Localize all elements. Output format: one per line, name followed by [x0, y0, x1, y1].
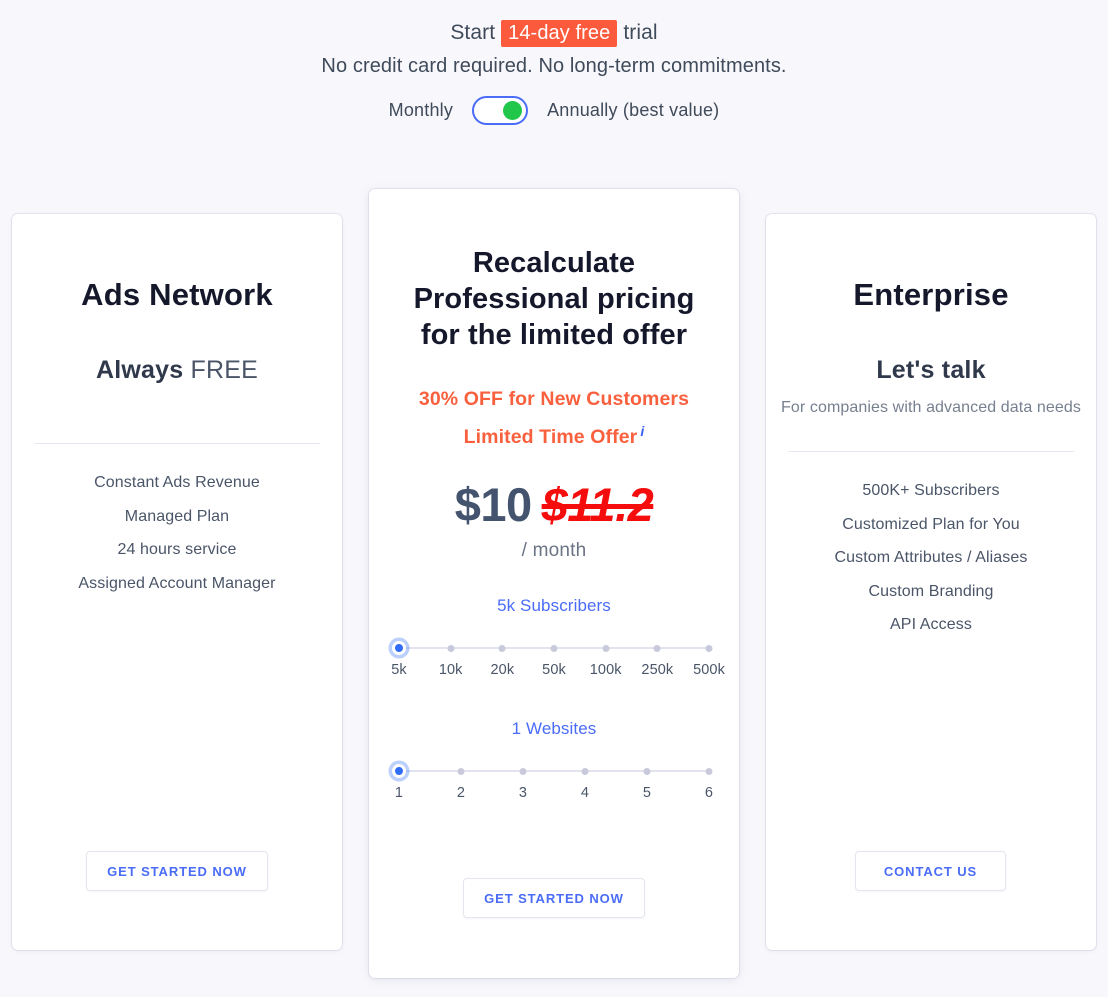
subscribers-slider-tick-label: 50k	[542, 662, 566, 678]
list-item: Customized Plan for You	[842, 515, 1020, 533]
subscribers-slider[interactable]: 5k 10k 20k 50k 100k 250k 500k	[391, 640, 725, 685]
websites-slider-stop[interactable]	[457, 767, 465, 775]
trial-headline: Start 14-day free trial	[0, 18, 1108, 48]
trial-badge: 14-day free	[501, 20, 618, 47]
plan-title-center: Recalculate Professional pricing for the…	[369, 245, 739, 353]
websites-slider-track[interactable]	[399, 770, 709, 772]
plan-price-right: Let's talk	[766, 356, 1096, 385]
plan-price-left-rest: FREE	[190, 356, 258, 384]
billing-period-switcher: Monthly Annually (best value)	[0, 96, 1108, 125]
plan-price-left: Always FREE	[12, 356, 342, 385]
billing-toggle[interactable]	[472, 96, 529, 125]
trial-suffix: trial	[623, 21, 658, 44]
websites-slider-stop[interactable]	[581, 767, 589, 775]
plan-features-right: 500K+ Subscribers Customized Plan for Yo…	[766, 474, 1096, 642]
trial-prefix: Start	[450, 21, 496, 44]
plan-features-left: Constant Ads Revenue Managed Plan 24 hou…	[12, 466, 342, 600]
billing-annually-label[interactable]: Annually (best value)	[547, 100, 719, 121]
info-icon[interactable]: i	[640, 423, 644, 439]
plan-title-center-line2: Professional pricing	[413, 283, 695, 315]
subscribers-value-label: 5k Subscribers	[497, 596, 611, 615]
websites-slider-tick-label: 5	[642, 785, 652, 801]
price-row: $10 $11.2	[369, 477, 739, 532]
list-item: 24 hours service	[117, 541, 237, 558]
websites-slider-handle[interactable]	[392, 763, 406, 778]
subscribers-slider-tick-label: 250k	[641, 662, 674, 678]
billing-monthly-label[interactable]: Monthly	[389, 100, 453, 121]
list-item: Custom Attributes / Aliases	[834, 549, 1028, 566]
subscribers-slider-tick-label: 20k	[490, 662, 515, 678]
subscribers-slider-stop[interactable]	[498, 644, 506, 652]
plan-divider-left	[34, 443, 320, 444]
get-started-button-left[interactable]: GET STARTED NOW	[86, 851, 268, 891]
websites-slider-tick-label: 3	[518, 785, 528, 801]
subscribers-slider-stop[interactable]	[550, 644, 558, 652]
websites-slider-tick-label: 2	[456, 785, 466, 801]
price-period: / month	[521, 540, 587, 561]
subscribers-slider-stop[interactable]	[653, 644, 661, 652]
list-item: Constant Ads Revenue	[94, 474, 260, 491]
plan-title-center-line1: Recalculate	[472, 247, 636, 279]
subscribers-slider-tick-label: 5k	[391, 662, 407, 678]
plan-card-enterprise: Enterprise Let's talk For companies with…	[766, 214, 1096, 950]
list-item: API Access	[890, 616, 972, 633]
subscribers-slider-stop[interactable]	[602, 644, 610, 652]
subscribers-slider-tick-label: 100k	[589, 662, 622, 678]
trial-subline: No credit card required. No long-term co…	[321, 55, 787, 77]
price-original-struck: $11.2	[541, 478, 654, 531]
plan-title-center-line3: for the limited offer	[420, 319, 688, 351]
get-started-button-center[interactable]: GET STARTED NOW	[463, 878, 645, 918]
list-item: Assigned Account Manager	[78, 574, 276, 592]
list-item: Custom Branding	[868, 582, 994, 600]
promo-offer-text: 30% OFF for New Customers Limited Time O…	[369, 383, 739, 453]
billing-toggle-knob[interactable]	[503, 101, 523, 120]
websites-slider-stop[interactable]	[519, 767, 527, 775]
list-item: 500K+ Subscribers	[862, 482, 1000, 499]
plan-title-left: Ads Network	[81, 277, 273, 312]
pricing-page: Start 14-day free trial No credit card r…	[0, 0, 1108, 997]
page-header: Start 14-day free trial No credit card r…	[0, 18, 1108, 80]
plan-card-professional: Recalculate Professional pricing for the…	[369, 189, 739, 978]
websites-slider-stop[interactable]	[705, 767, 713, 775]
promo-offer-line1: 30% OFF for New Customers	[418, 388, 690, 410]
websites-value-label: 1 Websites	[511, 719, 597, 738]
list-item: Managed Plan	[124, 507, 230, 525]
promo-offer-line2-wrap: Limited Time Offer i	[369, 415, 739, 453]
plan-subtitle-right: For companies with advanced data needs	[781, 399, 1081, 416]
subscribers-slider-handle[interactable]	[392, 640, 406, 655]
contact-us-button[interactable]: CONTACT US	[855, 851, 1006, 891]
websites-slider-tick-label: 6	[704, 785, 714, 801]
websites-slider-tick-label: 1	[394, 785, 404, 801]
subscribers-slider-stop[interactable]	[447, 644, 455, 652]
plan-price-left-strong: Always	[96, 356, 184, 384]
price-current: $10	[454, 478, 532, 531]
promo-offer-line2: Limited Time Offer	[463, 426, 638, 448]
plan-title-right: Enterprise	[853, 277, 1009, 312]
subscribers-slider-tick-label: 500k	[693, 662, 725, 678]
plan-divider-right	[788, 451, 1074, 452]
plan-price-right-strong: Let's talk	[876, 356, 986, 384]
websites-slider[interactable]: 1 2 3 4 5 6	[392, 763, 713, 808]
subscribers-slider-stop[interactable]	[705, 644, 713, 652]
websites-slider-tick-label: 4	[580, 785, 590, 801]
websites-slider-stop[interactable]	[643, 767, 651, 775]
plan-card-ads-network: Ads Network Always FREE Constant Ads Rev…	[12, 214, 342, 950]
subscribers-slider-tick-label: 10k	[438, 662, 463, 678]
